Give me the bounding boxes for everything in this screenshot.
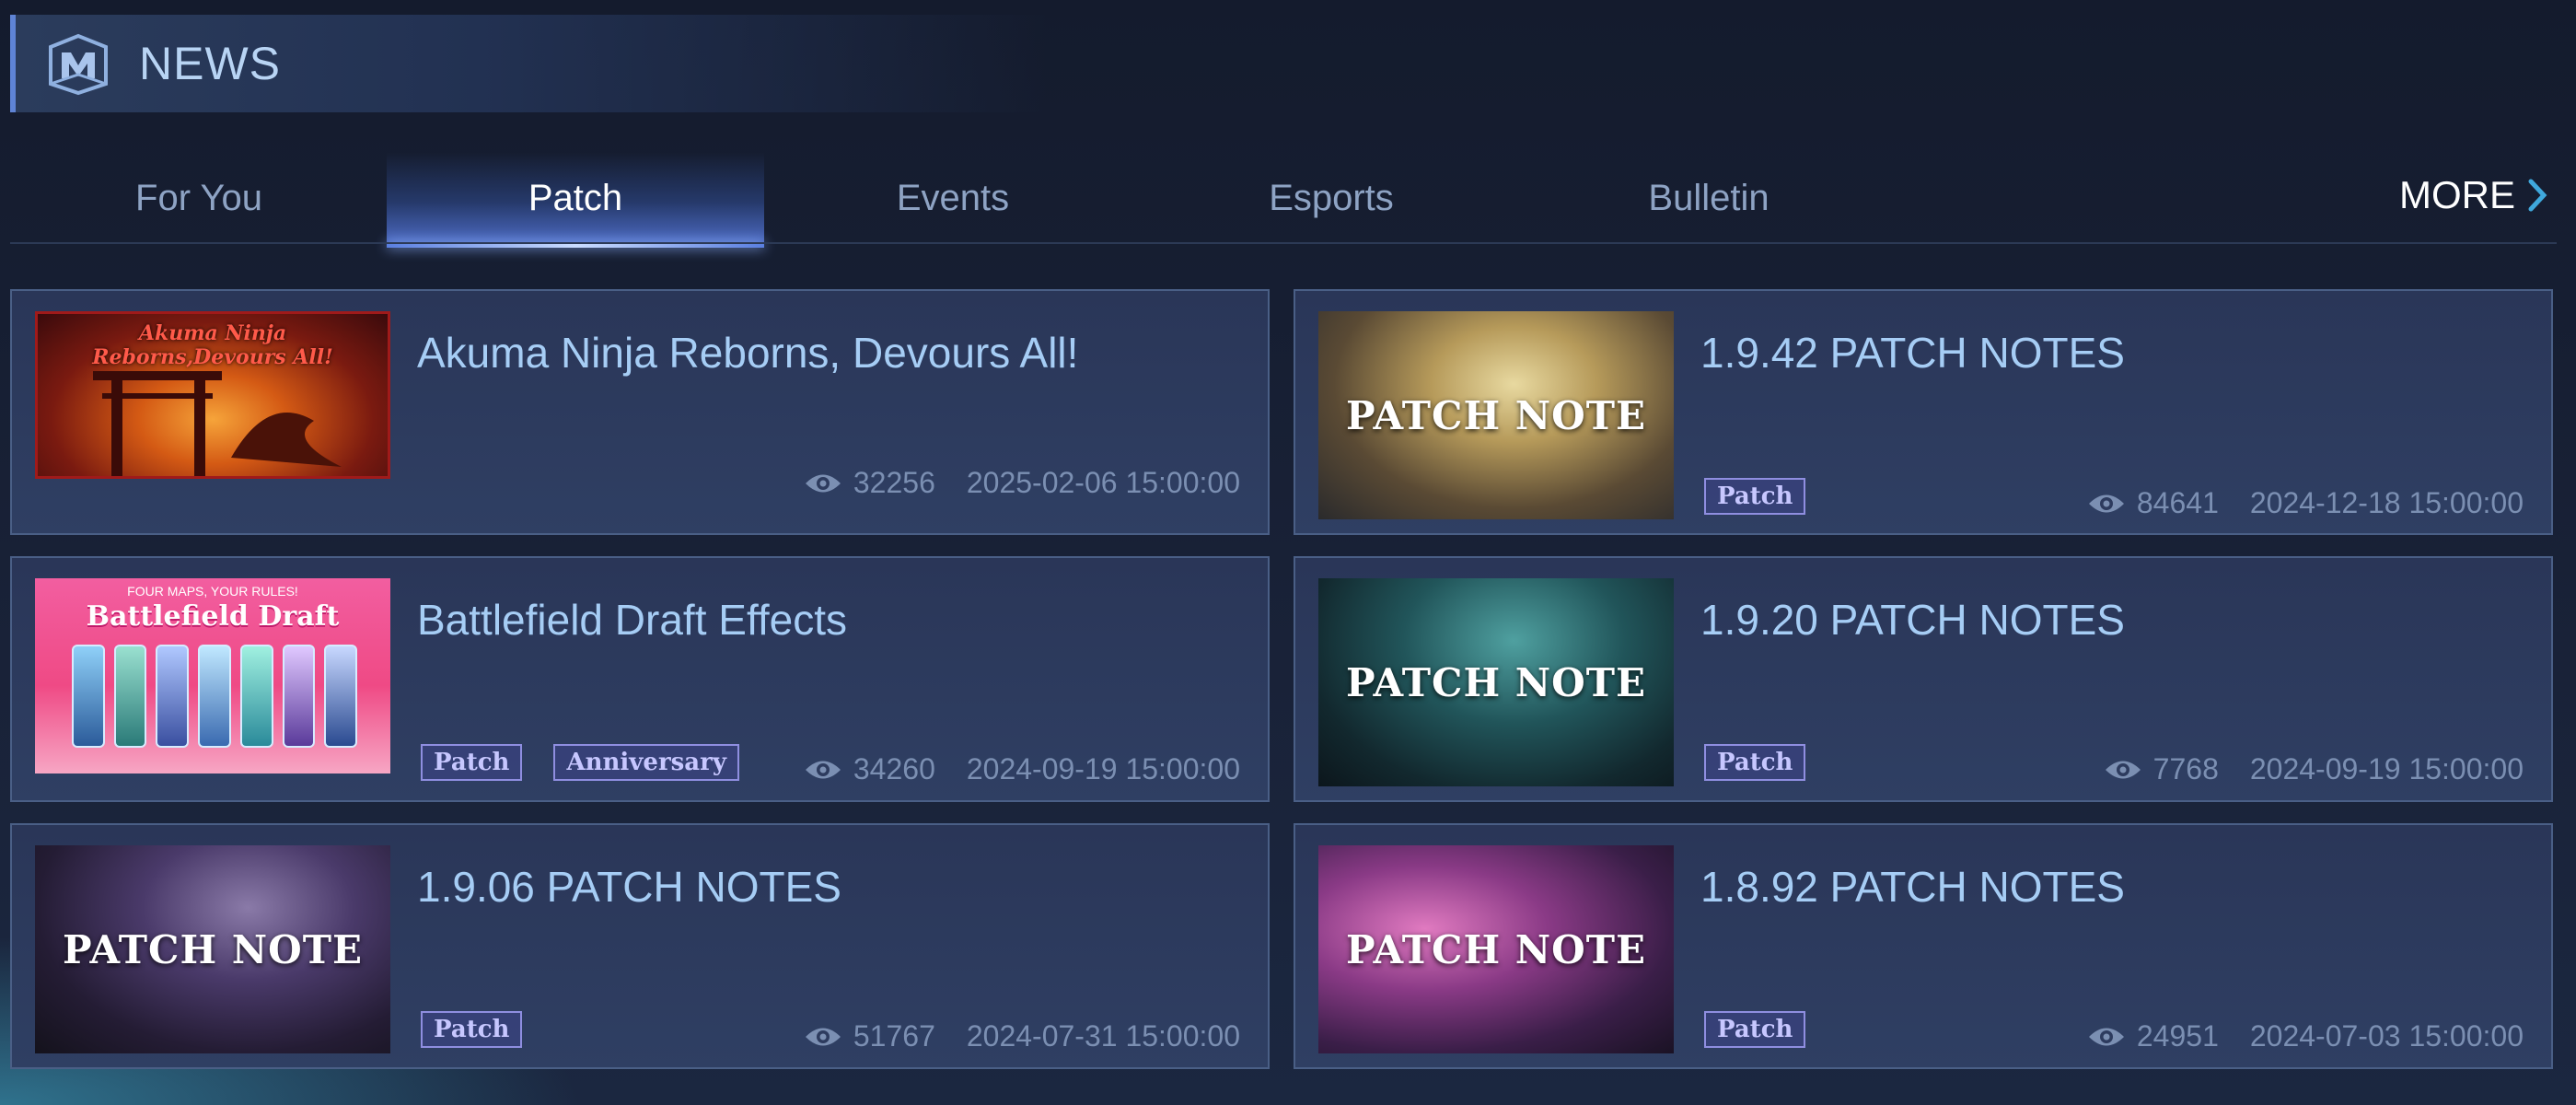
- view-count: 24951: [2136, 1019, 2219, 1053]
- tab-esports[interactable]: Esports: [1143, 152, 1520, 244]
- publish-date: 2025-02-06 15:00:00: [966, 466, 1240, 499]
- page-title: NEWS: [139, 38, 281, 89]
- article-meta: 7768 2024-09-19 15:00:00: [2104, 752, 2524, 786]
- view-count: 7768: [2152, 752, 2219, 785]
- article-meta: 51767 2024-07-31 15:00:00: [804, 1019, 1240, 1053]
- article-thumbnail: PATCH NOTE: [1318, 578, 1674, 786]
- publish-date: 2024-07-31 15:00:00: [966, 1019, 1240, 1053]
- thumbnail-text: PATCH NOTE: [1345, 392, 1647, 438]
- publish-date: 2024-12-18 15:00:00: [2249, 486, 2524, 519]
- thumbnail-text: PATCH NOTE: [1345, 659, 1647, 705]
- article-title[interactable]: Battlefield Draft Effects: [417, 595, 847, 645]
- publish-date: 2024-07-03 15:00:00: [2249, 1019, 2524, 1053]
- news-card[interactable]: PATCH NOTE 1.9.06 PATCH NOTES Patch 5176…: [10, 823, 1270, 1069]
- article-meta: 34260 2024-09-19 15:00:00: [804, 752, 1240, 786]
- tag-patch[interactable]: Patch: [1704, 1011, 1806, 1048]
- views-eye-icon: [805, 474, 841, 492]
- chevron-right-icon: [2528, 179, 2547, 212]
- tag-list: Patch: [1704, 478, 1806, 515]
- more-label: MORE: [2399, 173, 2515, 216]
- map-cards-illustration: [71, 645, 358, 748]
- article-thumbnail: PATCH NOTE: [1318, 311, 1674, 519]
- tag-patch[interactable]: Patch: [421, 744, 523, 781]
- tag-anniversary[interactable]: Anniversary: [553, 744, 739, 781]
- article-thumbnail: Akuma Ninja Reborns,Devours All!: [35, 311, 390, 479]
- publish-date: 2024-09-19 15:00:00: [2249, 752, 2524, 785]
- tag-list: Patch: [1704, 744, 1806, 781]
- news-card[interactable]: Akuma Ninja Reborns,Devours All! Akuma N…: [10, 289, 1270, 535]
- view-count: 84641: [2136, 486, 2219, 519]
- thumbnail-text: PATCH NOTE: [1345, 926, 1647, 972]
- article-thumbnail: FOUR MAPS, YOUR RULES! Battlefield Draft: [35, 578, 390, 774]
- tag-patch[interactable]: Patch: [421, 1011, 523, 1048]
- tag-list: Patch: [1704, 1011, 1806, 1048]
- tag-list: Patch Anniversary: [421, 744, 739, 781]
- tab-bulletin[interactable]: Bulletin: [1520, 152, 1897, 244]
- tag-list: Patch: [421, 1011, 523, 1048]
- torii-gate-icon: [93, 371, 342, 476]
- views-eye-icon: [805, 1028, 841, 1045]
- tag-patch[interactable]: Patch: [1704, 744, 1806, 781]
- views-eye-icon: [805, 761, 841, 778]
- news-header: NEWS: [10, 15, 1047, 112]
- tag-patch[interactable]: Patch: [1704, 478, 1806, 515]
- thumbnail-text: Battlefield Draft: [86, 600, 340, 633]
- news-card[interactable]: PATCH NOTE 1.9.20 PATCH NOTES Patch 7768…: [1294, 556, 2553, 802]
- article-thumbnail: PATCH NOTE: [1318, 845, 1674, 1053]
- article-thumbnail: PATCH NOTE: [35, 845, 390, 1053]
- tab-for-you[interactable]: For You: [10, 152, 388, 244]
- tab-divider: [10, 242, 2557, 244]
- article-title[interactable]: Akuma Ninja Reborns, Devours All!: [417, 328, 1078, 378]
- article-meta: 32256 2025-02-06 15:00:00: [804, 466, 1240, 500]
- view-count: 51767: [853, 1019, 935, 1053]
- tab-bar: For You Patch Events Esports Bulletin: [10, 152, 2557, 248]
- views-eye-icon: [2088, 494, 2124, 512]
- views-eye-icon: [2105, 761, 2141, 778]
- article-meta: 24951 2024-07-03 15:00:00: [2087, 1019, 2524, 1053]
- more-button[interactable]: MORE: [2399, 173, 2548, 217]
- news-card[interactable]: PATCH NOTE 1.9.42 PATCH NOTES Patch 8464…: [1294, 289, 2553, 535]
- tab-patch[interactable]: Patch: [387, 152, 764, 248]
- game-logo-icon: [49, 33, 108, 96]
- views-eye-icon: [2088, 1028, 2124, 1045]
- article-title[interactable]: 1.9.42 PATCH NOTES: [1700, 328, 2125, 378]
- thumbnail-subtext: FOUR MAPS, YOUR RULES!: [127, 584, 298, 599]
- tab-events[interactable]: Events: [764, 152, 1142, 244]
- article-title[interactable]: 1.9.06 PATCH NOTES: [417, 862, 841, 912]
- publish-date: 2024-09-19 15:00:00: [966, 752, 1240, 785]
- news-card[interactable]: PATCH NOTE 1.8.92 PATCH NOTES Patch 2495…: [1294, 823, 2553, 1069]
- article-meta: 84641 2024-12-18 15:00:00: [2087, 486, 2524, 520]
- thumbnail-text: PATCH NOTE: [62, 926, 364, 972]
- article-title[interactable]: 1.8.92 PATCH NOTES: [1700, 862, 2125, 912]
- news-card[interactable]: FOUR MAPS, YOUR RULES! Battlefield Draft…: [10, 556, 1270, 802]
- view-count: 32256: [853, 466, 935, 499]
- view-count: 34260: [853, 752, 935, 785]
- article-title[interactable]: 1.9.20 PATCH NOTES: [1700, 595, 2125, 645]
